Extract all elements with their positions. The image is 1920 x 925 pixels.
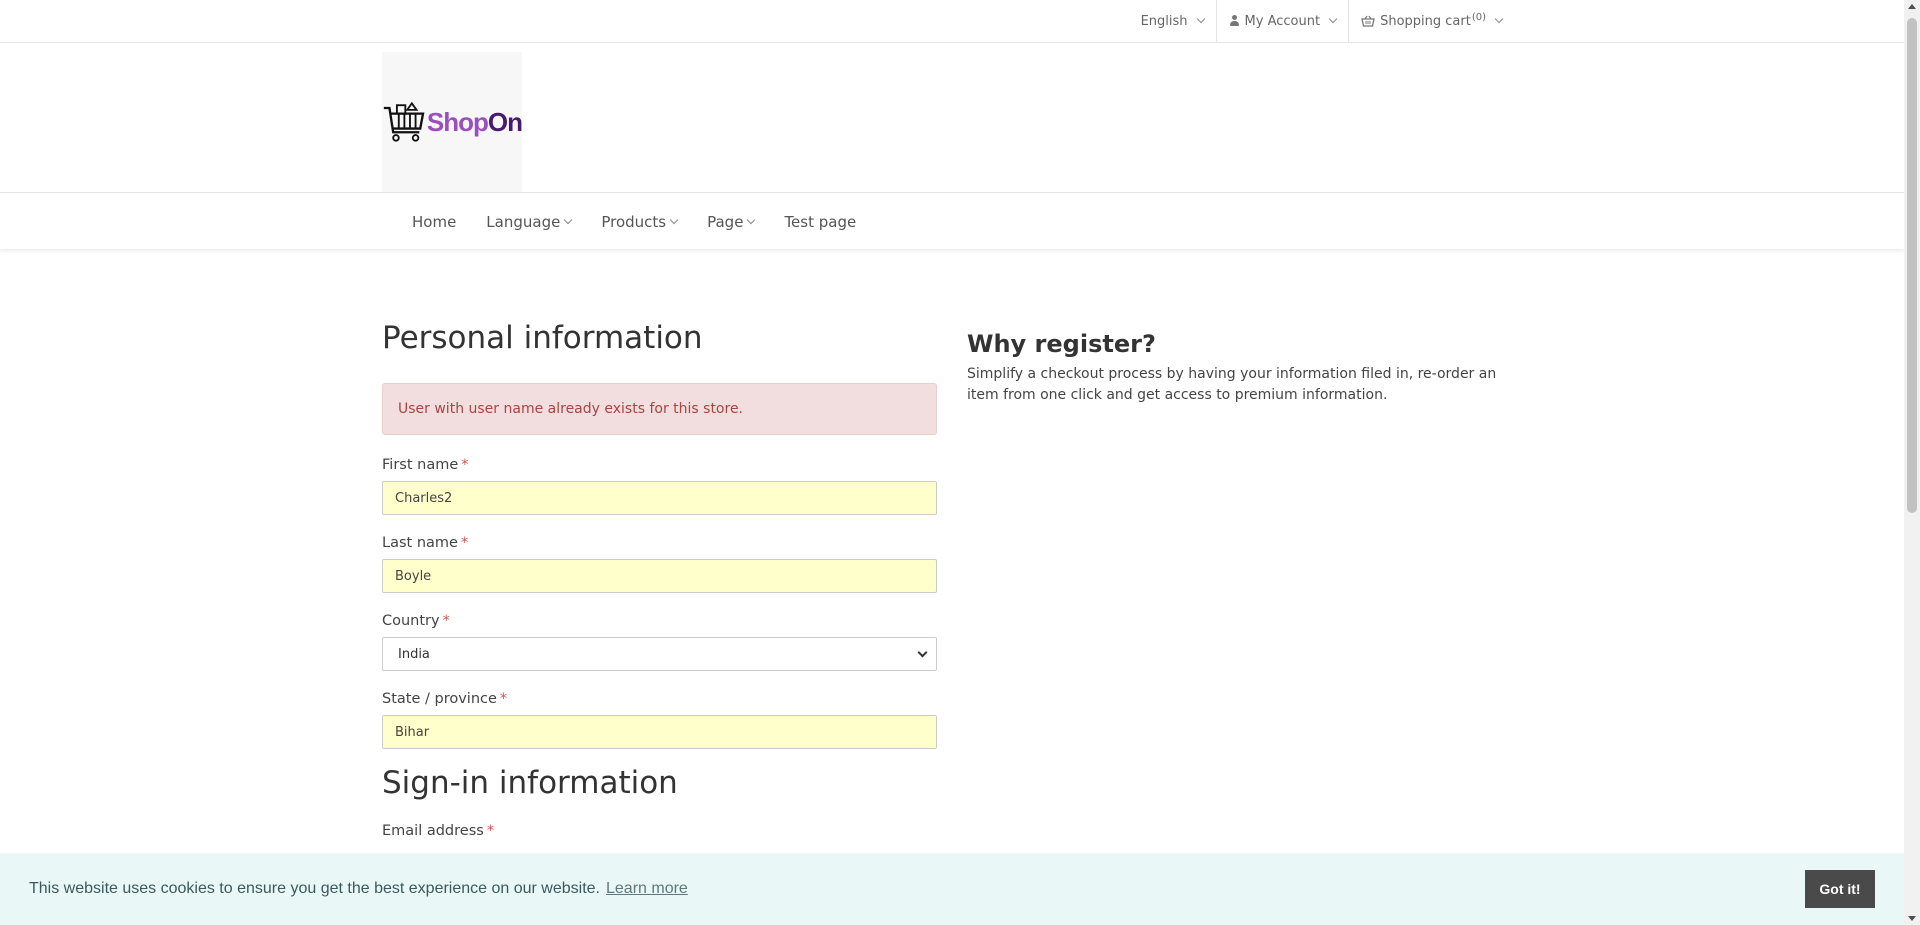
required-mark: * — [442, 613, 450, 629]
state-label: State / province * — [382, 691, 937, 711]
shopping-cart-label: Shopping cart(0) — [1380, 11, 1486, 29]
cookie-accept-button[interactable]: Got it! — [1805, 870, 1875, 908]
language-label: English — [1140, 13, 1188, 29]
chevron-down-icon — [1196, 14, 1205, 24]
main-navigation: Home Language Products Page Test page — [0, 194, 1904, 249]
scroll-down-arrow-icon[interactable] — [1908, 916, 1916, 921]
top-bar: English My Account Shopping cart(0) — [0, 0, 1904, 43]
sign-in-information-heading: Sign-in information — [382, 765, 678, 801]
scroll-up-arrow-icon[interactable] — [1908, 4, 1916, 9]
registration-form: Personal information User with user name… — [382, 320, 937, 839]
label-text: First name — [382, 457, 459, 473]
state-input[interactable]: Bihar — [382, 715, 937, 749]
chevron-down-icon — [564, 215, 573, 224]
logo-text-on: On — [487, 106, 523, 137]
error-alert: User with user name already exists for t… — [382, 383, 937, 435]
basket-icon — [1361, 15, 1375, 27]
cookie-message: This website uses cookies to ensure you … — [29, 880, 600, 897]
select-value: India — [398, 646, 430, 662]
email-address-label: Email address * — [382, 823, 937, 839]
shopping-cart-logo-icon — [383, 101, 425, 142]
chevron-down-icon — [1494, 14, 1504, 24]
personal-information-heading: Personal information — [382, 320, 703, 356]
nav-item-language[interactable]: Language — [486, 212, 573, 231]
chevron-down-icon — [747, 215, 756, 224]
my-account-label: My Account — [1244, 13, 1321, 29]
label-text: Last name — [382, 535, 458, 551]
nav-item-label: Products — [601, 212, 667, 231]
nav-item-page[interactable]: Page — [707, 212, 756, 231]
top-bar-menu: English My Account Shopping cart(0) — [1129, 0, 1514, 42]
last-name-input[interactable]: Boyle — [382, 559, 937, 593]
cart-count-badge: (0) — [1471, 11, 1486, 23]
my-account-dropdown[interactable]: My Account — [1217, 0, 1350, 42]
shopon-logo[interactable]: ShopOn — [382, 52, 523, 192]
label-text: Email address — [382, 823, 484, 839]
nav-item-products[interactable]: Products — [601, 212, 679, 231]
required-mark: * — [461, 457, 469, 473]
chevron-down-icon — [917, 647, 928, 657]
required-mark: * — [499, 691, 508, 707]
cart-label-text: Shopping cart — [1380, 13, 1471, 29]
country-label: Country * — [382, 613, 937, 633]
chevron-down-icon — [669, 215, 679, 224]
logo-text: ShopOn — [426, 106, 523, 138]
nav-item-label: Language — [486, 212, 561, 231]
nav-item-home[interactable]: Home — [412, 213, 456, 231]
first-name-label: First name * — [382, 457, 937, 477]
nav-item-label: Test page — [784, 212, 857, 231]
why-register-panel: Why register? Simplify a checkout proces… — [967, 330, 1527, 406]
chevron-down-icon — [1328, 14, 1338, 24]
why-register-heading: Why register? — [967, 330, 1156, 358]
page-scrollbar[interactable] — [1904, 0, 1920, 925]
input-value: Bihar — [395, 724, 430, 740]
label-text: Country — [382, 613, 440, 629]
input-value: Boyle — [395, 568, 432, 584]
input-value: Charles2 — [395, 490, 453, 506]
learn-more-link[interactable]: Learn more — [606, 880, 688, 898]
user-icon — [1229, 15, 1240, 27]
last-name-label: Last name * — [382, 535, 937, 555]
error-alert-text: User with user name already exists for t… — [398, 401, 744, 417]
nav-item-test-page[interactable]: Test page — [784, 213, 856, 231]
site-header: ShopOn — [0, 43, 1904, 193]
first-name-input[interactable]: Charles2 — [382, 481, 937, 515]
required-mark: * — [460, 535, 469, 551]
country-select[interactable]: India — [382, 637, 937, 671]
cookie-banner: This website uses cookies to ensure you … — [0, 853, 1904, 925]
shopping-cart-dropdown[interactable]: Shopping cart(0) — [1349, 0, 1514, 42]
nav-item-label: Page — [707, 212, 744, 231]
why-register-text: Simplify a checkout process by having yo… — [967, 366, 1497, 403]
scroll-thumb[interactable] — [1907, 18, 1917, 513]
nav-item-label: Home — [412, 212, 457, 231]
label-text: State / province — [382, 691, 497, 707]
language-dropdown[interactable]: English — [1129, 0, 1217, 42]
required-mark: * — [486, 823, 495, 839]
logo-text-shop: Shop — [426, 106, 489, 137]
